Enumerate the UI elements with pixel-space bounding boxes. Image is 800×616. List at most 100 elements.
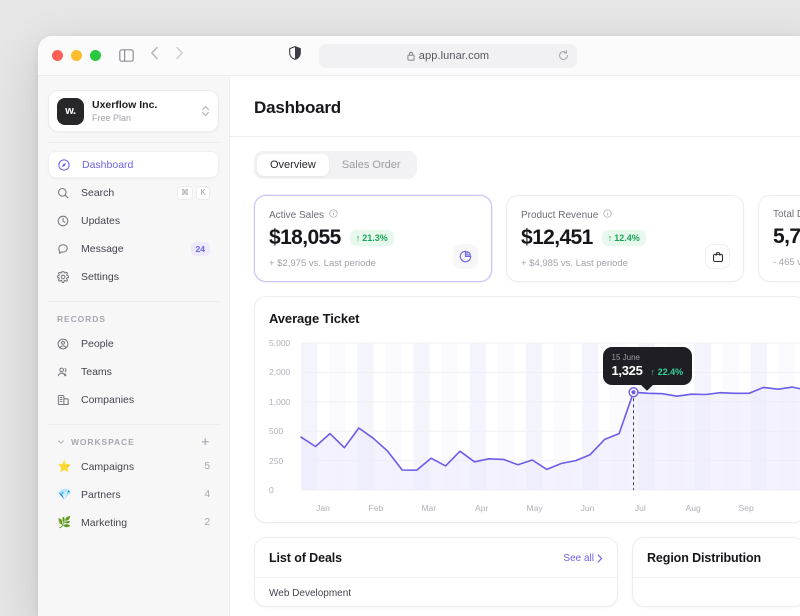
pie-chart-icon[interactable] (453, 244, 478, 269)
sidebar-item-campaigns[interactable]: ⭐ Campaigns 5 (48, 453, 219, 480)
sidebar-section-workspace[interactable]: WORKSPACE + (38, 437, 229, 447)
sidebar-item-label: Dashboard (82, 159, 209, 171)
stat-card-label-wrap: Active Sales (269, 209, 477, 221)
sidebar-toggle-icon[interactable] (119, 49, 134, 62)
stat-card-label-wrap: Total De (773, 209, 800, 220)
maximize-window-button[interactable] (90, 50, 101, 61)
reload-icon[interactable] (558, 50, 569, 61)
star-emoji-icon: ⭐ (57, 460, 72, 473)
info-icon[interactable] (329, 209, 338, 221)
org-name: Uxerflow Inc. (92, 99, 201, 112)
region-distribution-card: Region Distribution (632, 537, 800, 607)
org-switcher[interactable]: w. Uxerflow Inc. Free Plan (48, 90, 219, 132)
see-all-link[interactable]: See all (563, 553, 603, 564)
tooltip-date: 15 June (612, 353, 684, 362)
arrow-up-icon: ↑ (608, 233, 613, 243)
chart-x-tick: Aug (686, 503, 701, 513)
chart-x-tick: Apr (475, 503, 488, 513)
app-root: w. Uxerflow Inc. Free Plan Dashboard (38, 76, 800, 616)
shortcut-key-k: K (196, 186, 210, 200)
plus-icon[interactable]: + (202, 437, 211, 447)
main-area: Dashboard Overview Sales Order Active Sa… (230, 76, 800, 616)
chart-plot-area[interactable]: 02505001,0002,0005,000 JanFebMarAprMayJu… (255, 335, 800, 522)
stat-card-total-deals[interactable]: Total De 5,774 - 465 vs (758, 195, 800, 282)
sidebar-item-label: People (81, 338, 210, 350)
address-bar[interactable]: app.lunar.com (319, 44, 577, 68)
chart-x-tick: Jun (581, 503, 595, 513)
chevron-down-icon[interactable] (57, 438, 65, 446)
browser-window: app.lunar.com w. Uxerflow Inc. Free Plan (38, 36, 800, 616)
sidebar-item-count: 4 (204, 489, 210, 500)
bag-icon[interactable] (705, 244, 730, 269)
herb-emoji-icon: 🌿 (57, 516, 72, 529)
chevron-up-down-icon (201, 104, 210, 118)
stat-card-subtext: + $2,975 vs. Last periode (269, 258, 477, 269)
stat-card-delta-badge: ↑ 12.4% (602, 230, 646, 246)
sidebar-item-search[interactable]: Search ⌘ K (48, 179, 219, 206)
gem-emoji-icon: 💎 (57, 488, 72, 501)
chart-x-tick: Jul (635, 503, 646, 513)
sidebar: w. Uxerflow Inc. Free Plan Dashboard (38, 76, 230, 616)
sidebar-item-dashboard[interactable]: Dashboard (48, 151, 219, 178)
stat-card-subtext: - 465 vs (773, 257, 800, 268)
sidebar-item-label: Message (81, 243, 191, 255)
chart-y-tick: 1,000 (269, 397, 290, 407)
users-icon (57, 366, 72, 378)
minimize-window-button[interactable] (71, 50, 82, 61)
org-plan: Free Plan (92, 112, 201, 124)
chart-x-tick: May (527, 503, 543, 513)
message-badge: 24 (191, 242, 210, 256)
sidebar-item-label: Search (81, 187, 177, 199)
tab-sales-order[interactable]: Sales Order (329, 154, 414, 176)
compass-icon (58, 159, 73, 171)
chart-x-tick: Sep (739, 503, 754, 513)
close-window-button[interactable] (52, 50, 63, 61)
sidebar-item-settings[interactable]: Settings (48, 263, 219, 290)
sidebar-item-marketing[interactable]: 🌿 Marketing 2 (48, 509, 219, 536)
address-bar-url: app.lunar.com (419, 50, 489, 62)
sidebar-item-partners[interactable]: 💎 Partners 4 (48, 481, 219, 508)
stat-card-label: Active Sales (269, 210, 324, 221)
deal-row-name[interactable]: Web Development (255, 578, 617, 599)
tab-overview[interactable]: Overview (257, 154, 329, 176)
sidebar-item-people[interactable]: People (48, 330, 219, 357)
workspace-section-label: WORKSPACE (71, 437, 135, 447)
stat-card-active-sales[interactable]: Active Sales $18,055 ↑ 21.3% (254, 195, 492, 282)
sidebar-item-message[interactable]: Message 24 (48, 235, 219, 262)
gear-icon (57, 271, 72, 283)
message-icon (57, 243, 72, 255)
list-of-deals-header: List of Deals See all (255, 538, 617, 578)
back-button[interactable] (150, 46, 159, 65)
window-controls (52, 50, 101, 61)
info-icon[interactable] (603, 209, 612, 221)
chart-y-tick: 250 (269, 456, 283, 466)
tooltip-delta: ↑ 22.4% (651, 367, 684, 377)
search-shortcut: ⌘ K (177, 186, 210, 200)
stat-card-product-revenue[interactable]: Product Revenue $12,451 ↑ 12.4% (506, 195, 744, 282)
list-of-deals-card: List of Deals See all Web Development (254, 537, 618, 607)
sidebar-divider-workspace (48, 424, 219, 425)
sidebar-item-updates[interactable]: Updates (48, 207, 219, 234)
browser-titlebar: app.lunar.com (38, 36, 800, 76)
sidebar-item-label: Updates (81, 215, 210, 227)
chart-tooltip: 15 June 1,325 ↑ 22.4% (603, 347, 693, 385)
chart-y-tick: 2,000 (269, 367, 290, 377)
chart-y-tick: 500 (269, 426, 283, 436)
sidebar-item-count: 5 (204, 461, 210, 472)
stat-card-delta-badge: ↑ 21.3% (350, 230, 394, 246)
sidebar-item-count: 2 (204, 517, 210, 528)
shield-icon[interactable] (289, 46, 301, 65)
sidebar-item-label: Partners (81, 489, 204, 501)
forward-button[interactable] (175, 46, 184, 65)
building-icon (57, 394, 72, 406)
sidebar-divider-records (48, 301, 219, 302)
search-icon (57, 187, 72, 199)
stat-card-value: 5,774 (773, 225, 800, 249)
shortcut-key-cmd: ⌘ (177, 186, 193, 200)
region-distribution-header: Region Distribution (633, 538, 800, 578)
sidebar-item-label: Campaigns (81, 461, 204, 473)
page-title: Dashboard (230, 76, 800, 137)
stat-card-value: $18,055 (269, 226, 341, 250)
sidebar-item-companies[interactable]: Companies (48, 386, 219, 413)
sidebar-item-teams[interactable]: Teams (48, 358, 219, 385)
